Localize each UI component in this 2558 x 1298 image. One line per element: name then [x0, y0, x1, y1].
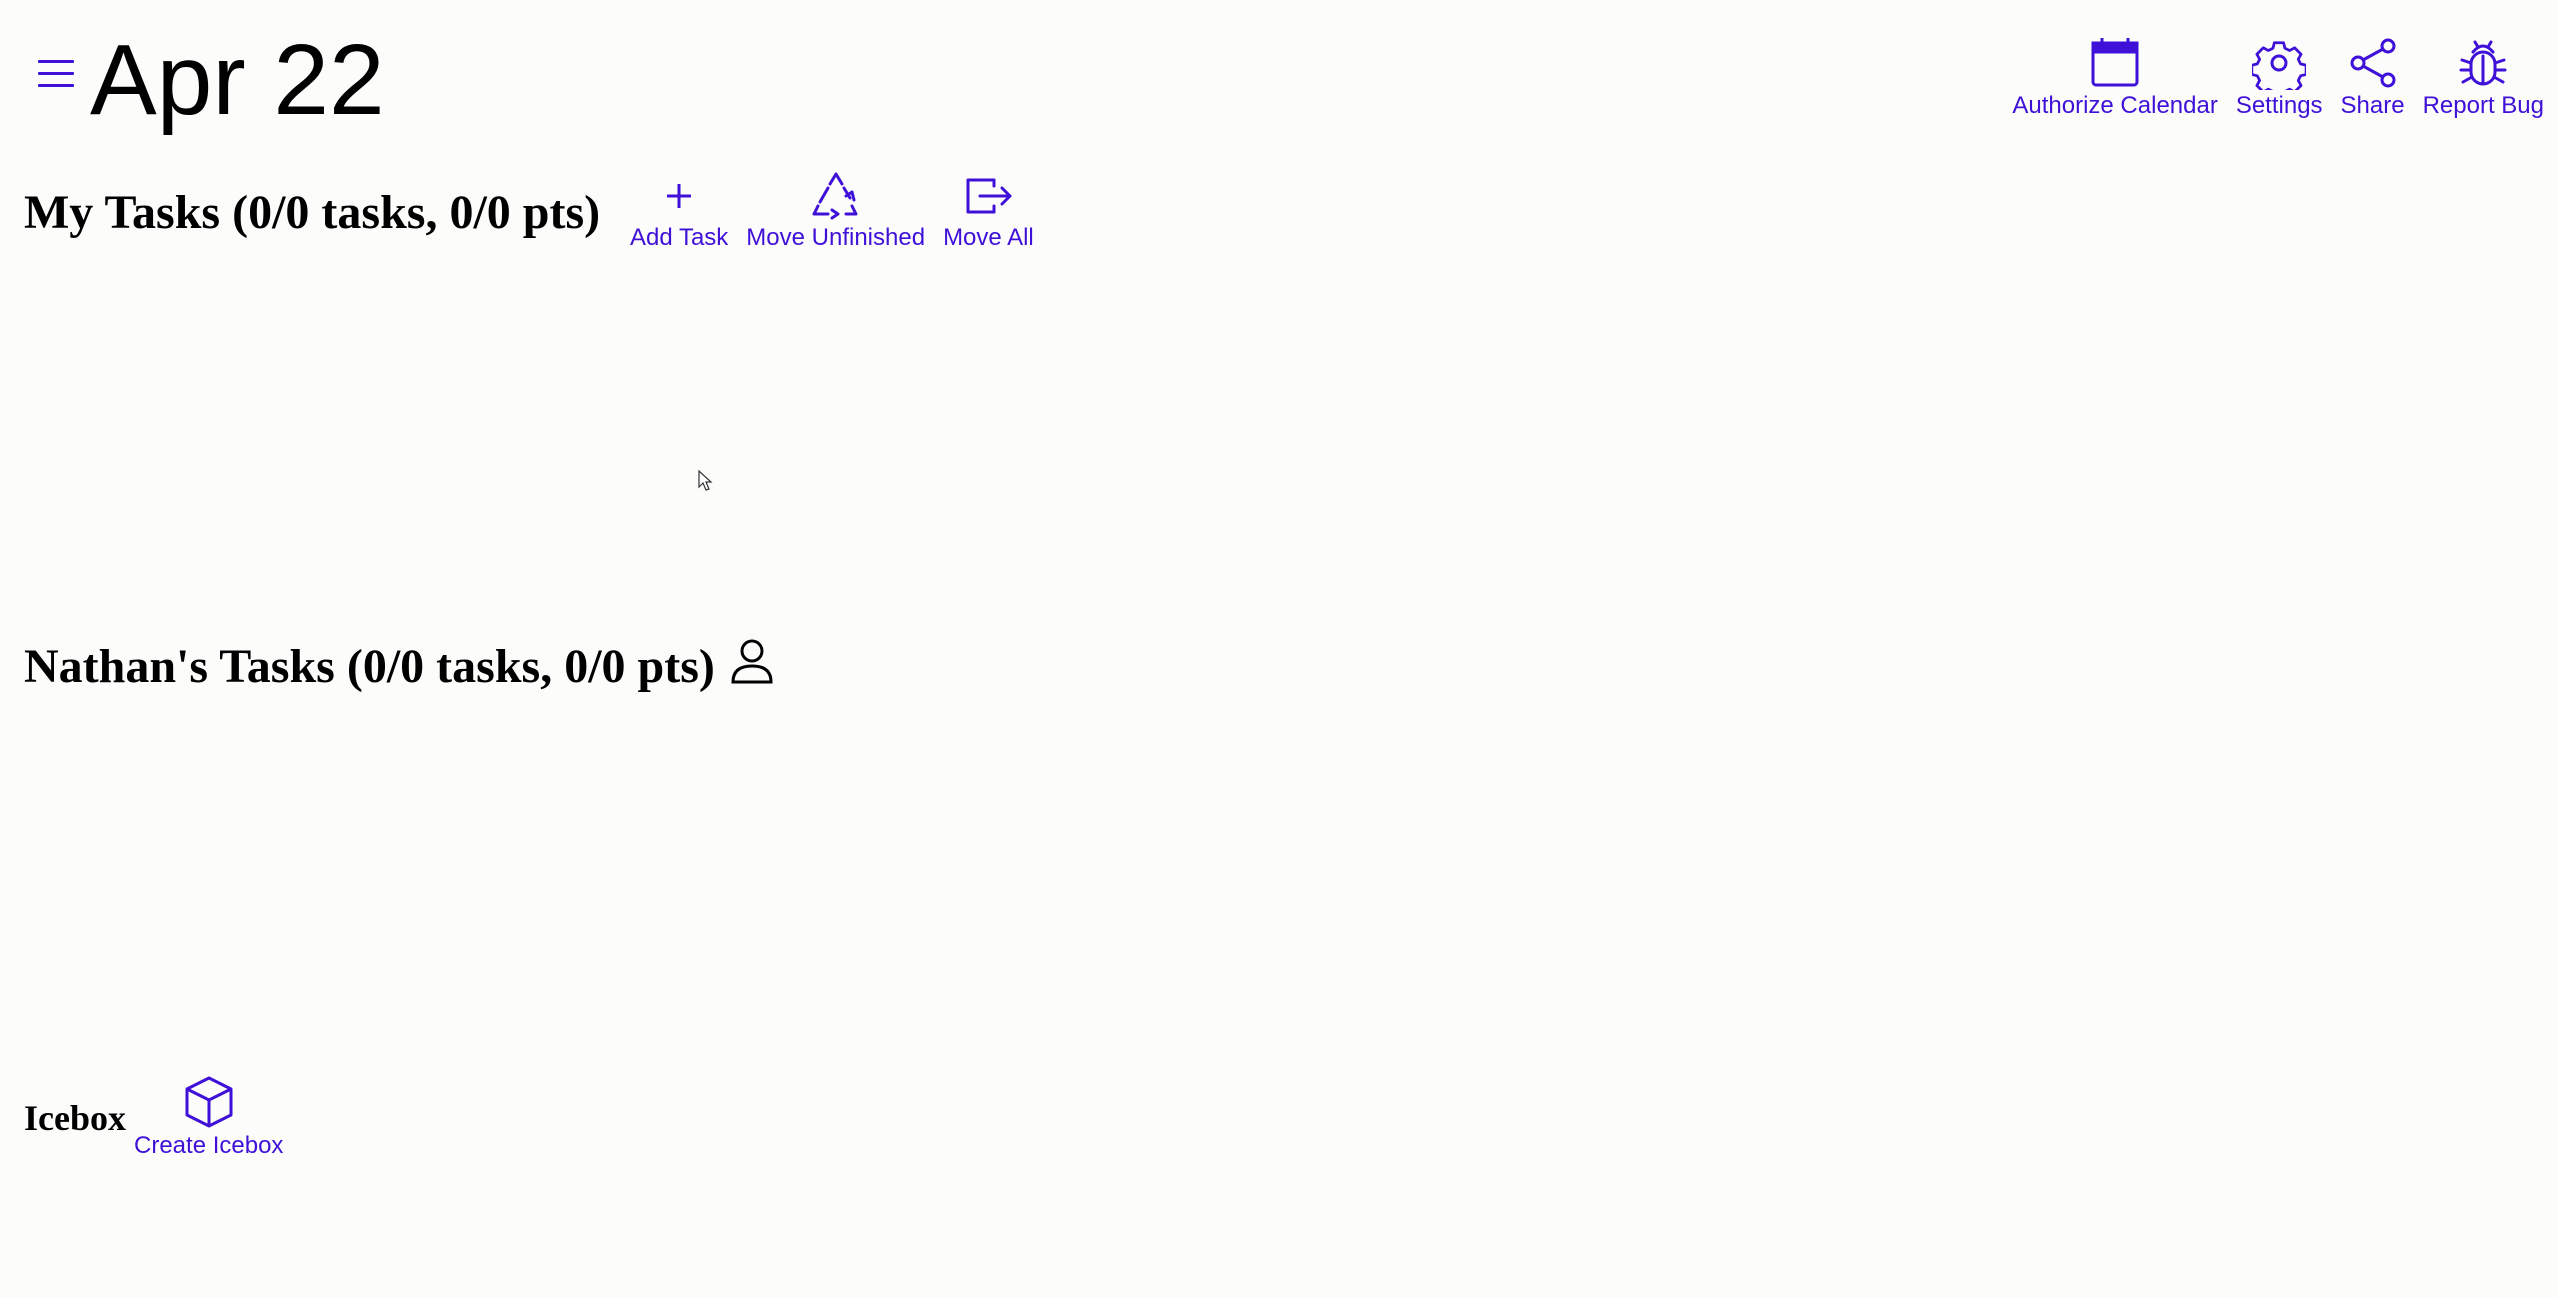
- authorize-calendar-label: Authorize Calendar: [2012, 92, 2218, 119]
- my-tasks-list: [24, 256, 1824, 616]
- share-button[interactable]: Share: [2341, 36, 2405, 120]
- authorize-calendar-button[interactable]: Authorize Calendar: [2012, 36, 2218, 120]
- cube-icon: [185, 1076, 233, 1128]
- create-icebox-label: Create Icebox: [134, 1132, 284, 1159]
- my-tasks-heading: My Tasks (0/0 tasks, 0/0 pts): [24, 186, 601, 239]
- add-task-label: Add Task: [630, 224, 729, 251]
- top-toolbar: Authorize Calendar Settings Share Report…: [2012, 36, 2544, 120]
- calendar-icon: [2091, 38, 2139, 87]
- move-all-button[interactable]: Move All: [943, 170, 1034, 252]
- person-icon[interactable]: [728, 636, 776, 688]
- create-icebox-button[interactable]: Create Icebox: [134, 1074, 283, 1160]
- settings-button[interactable]: Settings: [2236, 36, 2323, 120]
- share-icon: [2350, 38, 2396, 88]
- mouse-cursor-icon: [698, 470, 713, 491]
- page-title: Apr 22: [90, 24, 385, 136]
- add-task-button[interactable]: Add Task: [630, 170, 728, 252]
- bug-icon: [2459, 40, 2507, 86]
- report-bug-button[interactable]: Report Bug: [2423, 36, 2544, 120]
- plus-icon: [667, 184, 692, 208]
- share-label: Share: [2340, 92, 2405, 119]
- move-unfinished-label: Move Unfinished: [746, 224, 926, 251]
- icebox-heading: Icebox: [24, 1098, 126, 1138]
- move-unfinished-button[interactable]: Move Unfinished: [746, 170, 925, 252]
- nathan-tasks-list: [24, 704, 1824, 1064]
- move-out-icon: [966, 178, 1012, 214]
- report-bug-label: Report Bug: [2422, 92, 2544, 119]
- hamburger-menu-icon[interactable]: [38, 60, 74, 94]
- move-all-label: Move All: [943, 224, 1034, 251]
- nathan-tasks-heading: Nathan's Tasks (0/0 tasks, 0/0 pts): [24, 640, 715, 693]
- gear-icon: [2252, 41, 2307, 90]
- settings-label: Settings: [2235, 92, 2323, 119]
- my-tasks-actions: Add Task Move Unfinished Move All: [630, 170, 1034, 252]
- recycle-icon: [812, 172, 858, 220]
